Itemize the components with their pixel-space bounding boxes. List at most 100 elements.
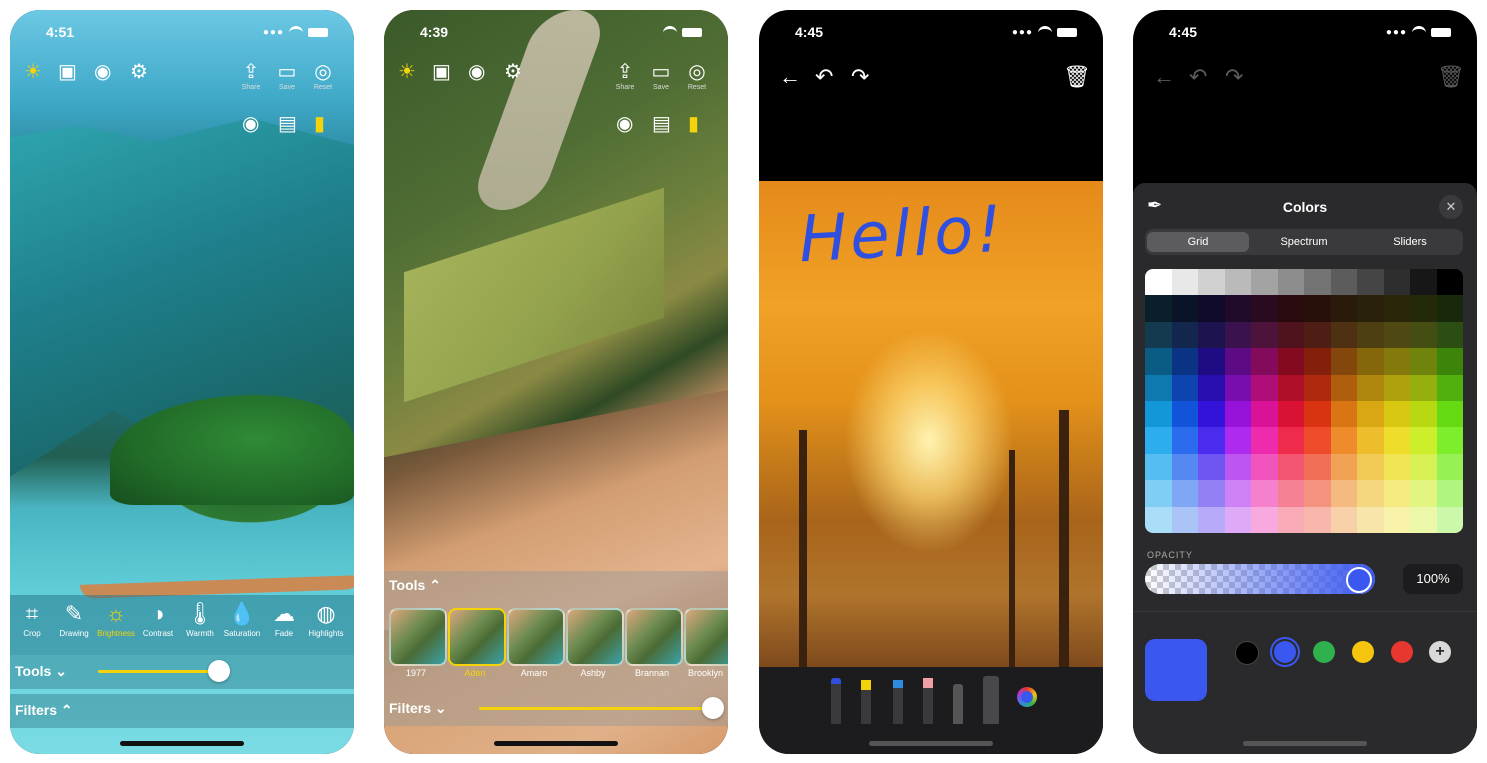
- color-cell[interactable]: [1357, 427, 1384, 455]
- color-cell[interactable]: [1357, 480, 1384, 508]
- color-cell[interactable]: [1330, 374, 1358, 402]
- color-cell[interactable]: [1357, 401, 1384, 428]
- color-cell[interactable]: [1383, 453, 1411, 481]
- color-cell[interactable]: [1277, 401, 1305, 428]
- tool-crop[interactable]: ⌗ Crop: [12, 601, 52, 638]
- color-cell[interactable]: [1198, 321, 1225, 349]
- camera-icon[interactable]: ◉: [94, 62, 111, 82]
- color-cell[interactable]: [1277, 427, 1305, 455]
- color-cell[interactable]: [1198, 401, 1225, 428]
- lightbulb-icon[interactable]: ☀: [24, 62, 42, 82]
- tab-grid[interactable]: Grid: [1147, 232, 1249, 252]
- color-cell[interactable]: [1436, 348, 1463, 376]
- color-cell[interactable]: [1304, 269, 1331, 296]
- color-cell[interactable]: [1304, 427, 1331, 455]
- camera-icon[interactable]: ◉: [468, 62, 485, 82]
- tool-drawing[interactable]: ✎ Drawing: [54, 601, 94, 638]
- undo-icon[interactable]: ↶: [815, 64, 833, 90]
- tool-highlights[interactable]: ◍ Highlights: [306, 601, 346, 638]
- color-cell[interactable]: [1383, 506, 1411, 533]
- color-cell[interactable]: [1251, 427, 1278, 455]
- filter-thumb-amaro[interactable]: [507, 608, 565, 666]
- color-cell[interactable]: [1171, 401, 1199, 428]
- color-cell[interactable]: [1383, 269, 1411, 296]
- pencil-tool[interactable]: [893, 680, 903, 724]
- color-cell[interactable]: [1330, 321, 1358, 349]
- opacity-knob[interactable]: [1346, 567, 1372, 593]
- color-cell[interactable]: [1410, 427, 1437, 455]
- color-cell[interactable]: [1436, 453, 1463, 481]
- color-cell[interactable]: [1304, 374, 1331, 402]
- color-cell[interactable]: [1224, 269, 1252, 296]
- color-cell[interactable]: [1251, 401, 1278, 428]
- color-cell[interactable]: [1198, 453, 1225, 481]
- filters-toggle[interactable]: Filters ⌃: [15, 702, 73, 719]
- color-cell[interactable]: [1277, 480, 1305, 508]
- color-cell[interactable]: [1145, 348, 1172, 376]
- color-cell[interactable]: [1383, 348, 1411, 376]
- color-grid[interactable]: [1145, 269, 1463, 533]
- filter-thumb-brooklyn[interactable]: [684, 608, 728, 666]
- color-cell[interactable]: [1330, 348, 1358, 376]
- filter-thumb-ashby[interactable]: [566, 608, 624, 666]
- color-cell[interactable]: [1277, 374, 1305, 402]
- color-cell[interactable]: [1198, 295, 1225, 323]
- color-cell[interactable]: [1145, 401, 1172, 428]
- color-cell[interactable]: [1304, 321, 1331, 349]
- color-cell[interactable]: [1224, 506, 1252, 533]
- color-cell[interactable]: [1383, 480, 1411, 508]
- tool-contrast[interactable]: ◑ Contrast: [138, 601, 178, 638]
- color-cell[interactable]: [1224, 321, 1252, 349]
- trash-icon[interactable]: 🗑: [1437, 64, 1465, 90]
- color-cell[interactable]: [1410, 401, 1437, 428]
- color-cell[interactable]: [1436, 480, 1463, 508]
- lightbulb-icon[interactable]: ☀: [398, 62, 416, 82]
- color-cell[interactable]: [1436, 506, 1463, 533]
- phone-frame-icon[interactable]: ▮: [314, 114, 325, 134]
- color-cell[interactable]: [1198, 427, 1225, 455]
- color-cell[interactable]: [1145, 480, 1172, 508]
- color-cell[interactable]: [1145, 269, 1172, 296]
- color-cell[interactable]: [1383, 401, 1411, 428]
- tab-sliders[interactable]: Sliders: [1359, 232, 1461, 252]
- lasso-tool[interactable]: [953, 684, 963, 724]
- tools-toggle[interactable]: Tools ⌃: [389, 577, 441, 594]
- color-cell[interactable]: [1436, 374, 1463, 402]
- color-cell[interactable]: [1330, 480, 1358, 508]
- tool-warmth[interactable]: 🌡 Warmth: [180, 601, 220, 638]
- color-cell[interactable]: [1145, 374, 1172, 402]
- tab-spectrum[interactable]: Spectrum: [1253, 232, 1355, 252]
- color-cell[interactable]: [1383, 427, 1411, 455]
- color-cell[interactable]: [1171, 295, 1199, 323]
- color-cell[interactable]: [1198, 506, 1225, 533]
- color-cell[interactable]: [1383, 321, 1411, 349]
- filters-toggle[interactable]: Filters ⌄: [389, 700, 447, 717]
- color-cell[interactable]: [1171, 321, 1199, 349]
- color-cell[interactable]: [1145, 321, 1172, 349]
- color-cell[interactable]: [1198, 374, 1225, 402]
- color-cell[interactable]: [1304, 506, 1331, 533]
- color-cell[interactable]: [1171, 506, 1199, 533]
- reset-button[interactable]: ◎ Reset: [310, 62, 336, 91]
- eye-icon[interactable]: ◉: [242, 114, 259, 134]
- close-icon[interactable]: ✕: [1439, 195, 1463, 219]
- tools-toggle[interactable]: Tools ⌄: [15, 663, 67, 680]
- color-cell[interactable]: [1251, 506, 1278, 533]
- color-cell[interactable]: [1171, 453, 1199, 481]
- gear-icon[interactable]: ⚙: [130, 62, 148, 82]
- color-cell[interactable]: [1410, 506, 1437, 533]
- opacity-value[interactable]: 100%: [1403, 564, 1463, 594]
- color-cell[interactable]: [1330, 453, 1358, 481]
- color-cell[interactable]: [1198, 348, 1225, 376]
- back-arrow-icon[interactable]: ←: [779, 64, 801, 90]
- opacity-slider[interactable]: [1145, 564, 1375, 594]
- share-button[interactable]: ⇪ Share: [612, 62, 638, 91]
- color-cell[interactable]: [1330, 295, 1358, 323]
- color-cell[interactable]: [1330, 269, 1358, 296]
- color-cell[interactable]: [1224, 427, 1252, 455]
- color-cell[interactable]: [1171, 427, 1199, 455]
- color-cell[interactable]: [1410, 269, 1437, 296]
- back-arrow-icon[interactable]: ←: [1153, 64, 1175, 90]
- color-cell[interactable]: [1277, 453, 1305, 481]
- color-cell[interactable]: [1304, 480, 1331, 508]
